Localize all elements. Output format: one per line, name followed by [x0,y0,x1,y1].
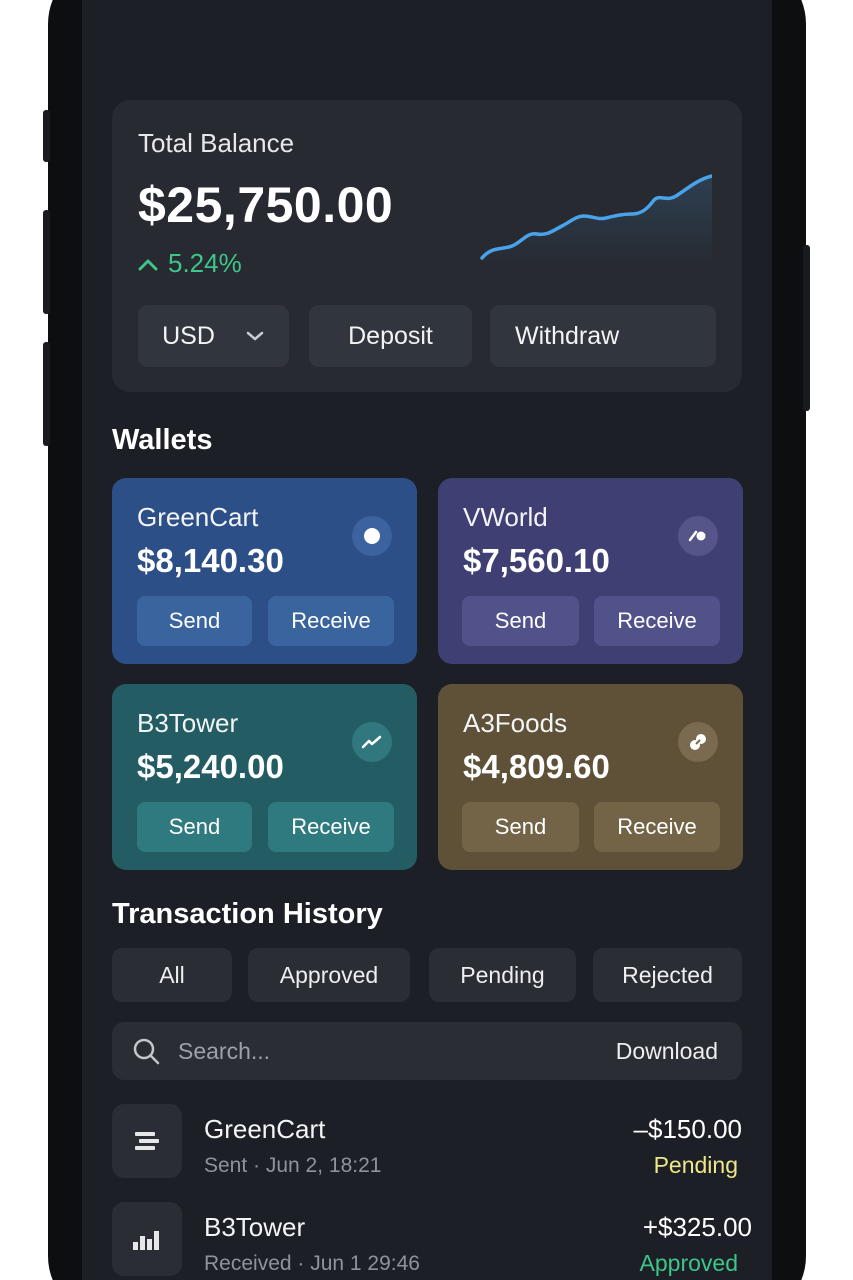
list-icon [112,1104,182,1178]
filter-rejected[interactable]: Rejected [593,948,742,1002]
search-bar: Download [112,1022,742,1080]
transaction-meta: Sent · Jun 2, 18:21 [204,1154,382,1177]
transaction-meta: Received · Jun 1 29:46 [204,1252,420,1275]
wallet-send-button[interactable]: Send [137,596,252,646]
wallet-card-vworld[interactable]: VWorld $7,560.10 Send Receive [438,478,743,664]
bar-chart-icon [112,1202,182,1276]
search-icon [133,1038,160,1065]
download-button[interactable]: Download [616,1038,718,1065]
app-screen: Total Balance $25,750.00 5.24% USD Depos… [82,0,772,1280]
wallet-receive-button[interactable]: Receive [594,596,720,646]
vworld-logo-glyph [688,530,706,542]
total-balance-amount: $25,750.00 [138,177,394,233]
transaction-name: B3Tower [204,1212,306,1242]
total-balance-card: Total Balance $25,750.00 5.24% USD Depos… [112,100,742,392]
wallet-card-greencart[interactable]: GreenCart $8,140.30 Send Receive [112,478,417,664]
side-button-mute [43,110,50,162]
chevron-up-icon [138,259,158,270]
list-glyph [135,1132,159,1150]
wallets-title: Wallets [112,424,213,456]
link-circles-glyph [690,734,706,750]
dot-icon [352,516,392,556]
balance-trend-sparkline [480,174,712,266]
wallet-amount: $5,240.00 [137,748,284,785]
bar-chart-glyph [133,1231,159,1250]
wallet-name: A3Foods [463,708,568,738]
wallet-card-a3foods[interactable]: A3Foods $4,809.60 Send Receive [438,684,743,870]
balance-change: 5.24% [138,248,242,279]
currency-value: USD [162,321,215,350]
currency-select[interactable]: USD [138,305,289,367]
trend-line-glyph [361,735,382,749]
side-button-volume-down [43,342,50,446]
link-circles-icon [678,722,718,762]
side-button-power [803,245,810,411]
filter-all[interactable]: All [112,948,232,1002]
balance-change-percent: 5.24% [168,248,242,278]
side-button-volume-up [43,210,50,314]
withdraw-button[interactable]: Withdraw [490,305,716,367]
deposit-button[interactable]: Deposit [309,305,472,367]
wallet-send-button[interactable]: Send [462,802,579,852]
wallet-card-b3tower[interactable]: B3Tower $5,240.00 Send Receive [112,684,417,870]
wallet-send-button[interactable]: Send [462,596,579,646]
filter-approved[interactable]: Approved [248,948,410,1002]
transaction-status: Approved [639,1250,738,1276]
transaction-amount: +$325.00 [642,1212,752,1242]
transaction-history-title: Transaction History [112,898,383,930]
wallet-amount: $8,140.30 [137,542,284,579]
transaction-amount: –$150.00 [633,1114,742,1144]
total-balance-label: Total Balance [138,128,295,158]
chevron-down-icon [246,331,264,341]
wallet-amount: $7,560.10 [463,542,610,579]
transaction-status: Pending [653,1152,738,1178]
transaction-name: GreenCart [204,1114,326,1144]
wallet-receive-button[interactable]: Receive [268,596,394,646]
wallet-receive-button[interactable]: Receive [268,802,394,852]
transaction-row[interactable]: B3Tower Received · Jun 1 29:46 +$325.00 … [112,1202,752,1280]
wallet-send-button[interactable]: Send [137,802,252,852]
transaction-row[interactable]: GreenCart Sent · Jun 2, 18:21 –$150.00 P… [112,1104,752,1190]
wallet-name: GreenCart [137,502,259,532]
wallet-name: VWorld [463,502,548,532]
wallet-amount: $4,809.60 [463,748,610,785]
search-input[interactable] [178,1034,538,1068]
wallet-receive-button[interactable]: Receive [594,802,720,852]
trend-line-icon [352,722,392,762]
vworld-logo-icon [678,516,718,556]
filter-pending[interactable]: Pending [429,948,576,1002]
wallet-name: B3Tower [137,708,239,738]
